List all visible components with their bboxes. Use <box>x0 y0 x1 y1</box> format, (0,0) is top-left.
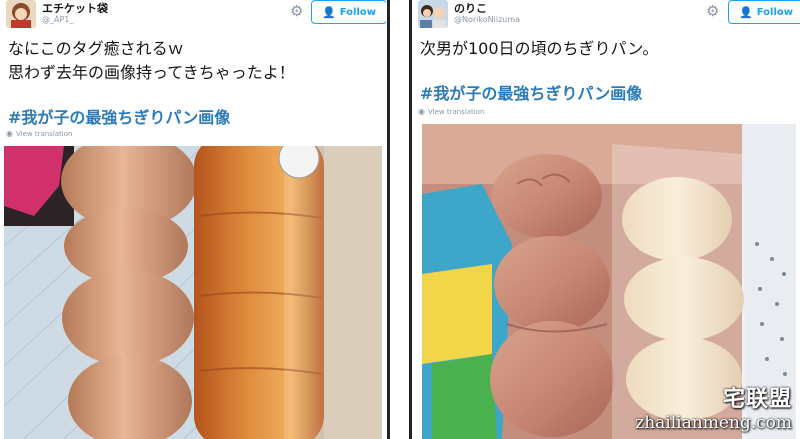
add-user-icon: 👤 <box>322 5 336 19</box>
globe-icon: ◉ <box>418 107 425 116</box>
view-translation-label: View translation <box>427 107 485 116</box>
follow-button[interactable]: 👤 Follow <box>311 0 386 24</box>
tweet-card-left: エチケット袋 @_AP1_ ⚙ 👤 Follow なにこのタグ癒されるｗ 思わず… <box>0 0 386 439</box>
tweet-text-line-1: なにこのタグ癒されるｗ <box>8 39 184 58</box>
display-name[interactable]: エチケット袋 <box>42 0 108 16</box>
follow-label: Follow <box>339 6 376 18</box>
hashtag-link[interactable]: #我が子の最強ちぎりパン画像 <box>420 80 642 104</box>
user-handle[interactable]: @_AP1_ <box>42 15 73 24</box>
watermark: 宅联盟 zhailianmeng.com <box>635 381 792 433</box>
gear-icon[interactable]: ⚙ <box>706 2 719 20</box>
avatar[interactable] <box>6 0 36 28</box>
view-translation-label: View translation <box>15 129 73 138</box>
tweet-text-line-1: 次男が100日の頃のちぎりパン。 <box>420 39 659 58</box>
watermark-brand: 宅联盟 <box>722 386 792 412</box>
watermark-url: zhailianmeng.com <box>635 413 792 433</box>
follow-button[interactable]: 👤 Follow <box>728 0 800 24</box>
view-translation-link[interactable]: ◉ View translation <box>418 107 484 116</box>
view-translation-link[interactable]: ◉ View translation <box>6 129 72 138</box>
tweet-photo[interactable] <box>4 146 382 439</box>
tweet-text-line-2: 思わず去年の画像持ってきちゃったよ！ <box>8 63 295 82</box>
avatar[interactable] <box>418 0 448 28</box>
hashtag-link[interactable]: #我が子の最強ちぎりパン画像 <box>8 104 230 128</box>
tweet-card-right: のりこ @NorikoNiizuma ⚙ 👤 Follow 次男が100日の頃の… <box>412 0 800 439</box>
gear-icon[interactable]: ⚙ <box>290 2 303 20</box>
globe-icon: ◉ <box>6 129 13 138</box>
display-name[interactable]: のりこ <box>454 0 487 16</box>
user-handle[interactable]: @NorikoNiizuma <box>454 15 520 24</box>
add-user-icon: 👤 <box>739 5 753 19</box>
follow-label: Follow <box>756 6 793 18</box>
